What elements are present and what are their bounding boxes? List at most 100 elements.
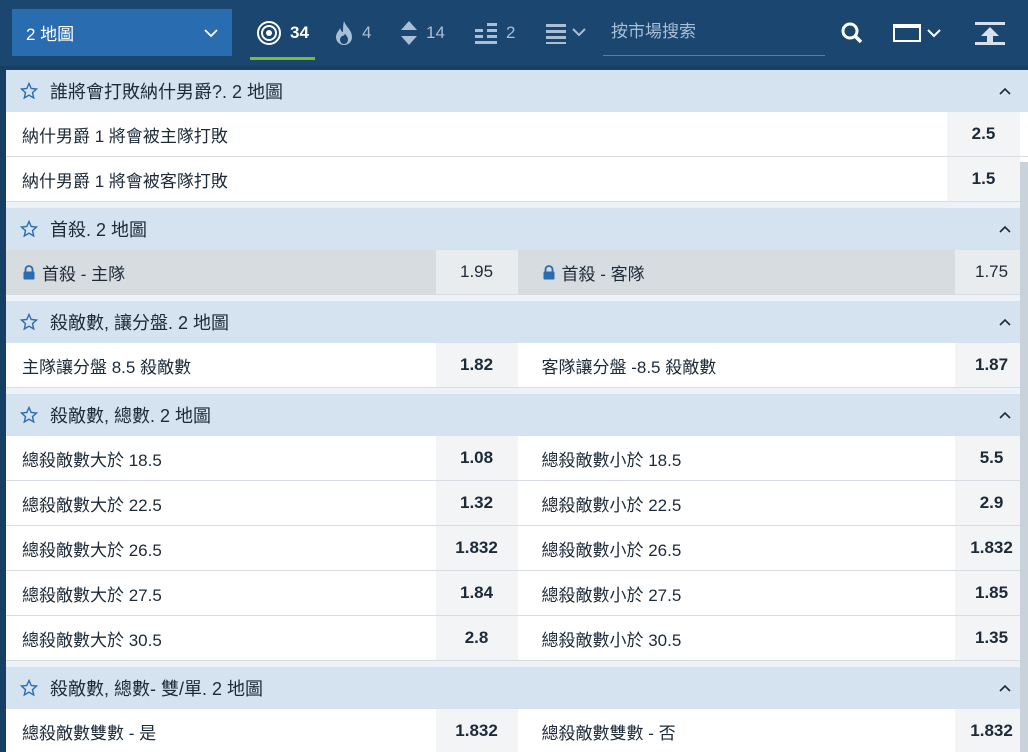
- outcome-label: 納什男爵 1 將會被客隊打敗: [6, 157, 947, 201]
- outcome-row: 首殺 - 主隊 1.95 首殺 - 客隊 1.75: [6, 250, 1028, 295]
- tab-popular[interactable]: 4: [334, 0, 371, 66]
- outcome-label: 總殺敵數大於 30.5: [6, 616, 436, 660]
- favorite-star-icon[interactable]: [20, 679, 38, 697]
- odds-button[interactable]: 1.832: [435, 526, 518, 570]
- odds-button[interactable]: 1.08: [435, 436, 518, 480]
- odds-button[interactable]: 1.32: [435, 481, 518, 525]
- tab-count: 14: [426, 23, 445, 42]
- outcome-row: 總殺敵數大於 27.5 1.84 總殺敵數小於 27.5 1.85: [6, 571, 1028, 616]
- outcome-row: 總殺敵數大於 30.5 2.8 總殺敵數小於 30.5 1.35: [6, 616, 1028, 661]
- outcome-label-text: 客隊讓分盤 -8.5 殺敵數: [541, 357, 717, 377]
- market-title: 殺敵數, 總數- 雙/單. 2 地圖: [50, 679, 264, 699]
- outcome-row: 總殺敵數大於 18.5 1.08 總殺敵數小於 18.5 5.5: [6, 436, 1028, 481]
- outcome-label: 客隊讓分盤 -8.5 殺敵數: [526, 343, 956, 387]
- favorite-star-icon[interactable]: [20, 406, 38, 424]
- outcome-label-text: 總殺敵數小於 22.5: [541, 495, 682, 515]
- market-group: 殺敵數, 總數- 雙/單. 2 地圖 總殺敵數雙數 - 是 1.832 總殺敵數雙數 …: [6, 667, 1028, 752]
- odds-button[interactable]: 1.832: [955, 709, 1028, 752]
- outcome-label-text: 總殺敵數大於 22.5: [22, 495, 162, 515]
- odds-button[interactable]: 2.8: [435, 616, 518, 660]
- outcome-label: 總殺敵數小於 22.5: [526, 481, 956, 525]
- tab-over-under[interactable]: 14: [400, 0, 445, 66]
- market-group: 殺敵數, 讓分盤. 2 地圖主隊讓分盤 8.5 殺敵數 1.82 客隊讓分盤 -8.…: [6, 301, 1028, 388]
- outcome-label-text: 總殺敵數大於 18.5: [22, 450, 162, 470]
- odds-button[interactable]: 1.5: [947, 157, 1020, 201]
- more-tabs-dropdown[interactable]: [545, 0, 589, 66]
- outcome-label-text: 總殺敵數小於 30.5: [541, 630, 682, 650]
- outcome-row: 納什男爵 1 將會被客隊打敗 1.5: [6, 157, 1028, 202]
- outcome-label: 總殺敵數大於 22.5: [6, 481, 436, 525]
- outcome-label-text: 首殺 - 客隊: [561, 264, 645, 284]
- search-input[interactable]: [603, 12, 819, 52]
- layout-toggle-button[interactable]: [890, 0, 946, 66]
- market-header[interactable]: 首殺. 2 地圖: [6, 208, 1028, 250]
- tab-count: 4: [362, 23, 372, 42]
- outcome-label-text: 首殺 - 主隊: [42, 264, 126, 284]
- outcome-row: 總殺敵數大於 26.5 1.832 總殺敵數小於 26.5 1.832: [6, 526, 1028, 571]
- outcome-label-text: 總殺敵數大於 27.5: [22, 585, 162, 605]
- odds-button[interactable]: 1.85: [955, 571, 1028, 615]
- outcome-row: 總殺敵數大於 22.5 1.32 總殺敵數小於 22.5 2.9: [6, 481, 1028, 526]
- odds-button[interactable]: 5.5: [955, 436, 1028, 480]
- tab-count: 34: [290, 23, 309, 42]
- outcome-label: 總殺敵數雙數 - 是: [6, 709, 436, 752]
- outcome-label: 總殺敵數大於 27.5: [6, 571, 436, 615]
- outcome-label: 總殺敵數小於 18.5: [526, 436, 956, 480]
- top-bar: 2 地圖 34 4 14 2: [0, 0, 1028, 66]
- outcome-label-text: 納什男爵 1 將會被客隊打敗: [22, 171, 228, 191]
- market-header[interactable]: 殺敵數, 總數. 2 地圖: [6, 394, 1028, 436]
- lock-icon: [543, 264, 554, 279]
- bars-icon: [475, 23, 497, 44]
- market-group: 誰將會打敗納什男爵?. 2 地圖 納什男爵 1 將會被主隊打敗 2.5 納什男爵 1 …: [6, 70, 1028, 202]
- scrollbar[interactable]: [1020, 162, 1028, 752]
- tab-handicap[interactable]: 2: [474, 0, 515, 66]
- lock-icon: [23, 264, 35, 279]
- search-button[interactable]: [836, 0, 868, 66]
- outcome-label-text: 總殺敵數小於 18.5: [541, 450, 682, 470]
- chevron-up-icon[interactable]: [998, 681, 1012, 695]
- favorite-star-icon[interactable]: [20, 313, 38, 331]
- outcome-label-text: 總殺敵數小於 27.5: [541, 585, 682, 605]
- market-header[interactable]: 誰將會打敗納什男爵?. 2 地圖: [6, 70, 1028, 112]
- market-search: [603, 12, 825, 56]
- outcome-label: 首殺 - 客隊: [526, 250, 956, 294]
- market-group: 殺敵數, 總數. 2 地圖總殺敵數大於 18.5 1.08 總殺敵數小於 18.5 5…: [6, 394, 1028, 661]
- window-layout-icon: [893, 24, 941, 42]
- outcome-label-text: 總殺敵數雙數 - 是: [22, 723, 157, 743]
- odds-button[interactable]: 2.9: [955, 481, 1028, 525]
- chevron-up-icon[interactable]: [998, 222, 1012, 236]
- chevron-down-icon: [204, 28, 218, 37]
- updown-arrows-icon: [401, 21, 417, 45]
- chevron-up-icon[interactable]: [998, 315, 1012, 329]
- odds-button[interactable]: 1.832: [955, 526, 1028, 570]
- collapse-all-icon: [975, 22, 1005, 45]
- outcome-row: 主隊讓分盤 8.5 殺敵數 1.82 客隊讓分盤 -8.5 殺敵數 1.87: [6, 343, 1028, 388]
- odds-button[interactable]: 2.5: [947, 112, 1020, 156]
- favorite-star-icon[interactable]: [20, 82, 38, 100]
- map-select-dropdown[interactable]: 2 地圖: [12, 9, 232, 56]
- market-header[interactable]: 殺敵數, 總數- 雙/單. 2 地圖: [6, 667, 1028, 709]
- odds-button[interactable]: 1.82: [435, 343, 518, 387]
- outcome-label: 總殺敵數大於 18.5: [6, 436, 436, 480]
- market-title: 誰將會打敗納什男爵?. 2 地圖: [50, 82, 284, 102]
- chevron-up-icon[interactable]: [998, 408, 1012, 422]
- target-icon: [257, 21, 281, 45]
- odds-button[interactable]: 1.832: [435, 709, 518, 752]
- chevron-up-icon[interactable]: [998, 84, 1012, 98]
- tab-all-markets[interactable]: 34: [250, 0, 315, 66]
- market-title: 首殺. 2 地圖: [50, 220, 148, 240]
- market-header[interactable]: 殺敵數, 讓分盤. 2 地圖: [6, 301, 1028, 343]
- odds-button[interactable]: 1.35: [955, 616, 1028, 660]
- search-icon: [841, 22, 863, 44]
- odds-button: 1.75: [955, 250, 1028, 294]
- odds-button[interactable]: 1.84: [435, 571, 518, 615]
- odds-button[interactable]: 1.87: [955, 343, 1028, 387]
- outcome-label: 總殺敵數小於 26.5: [526, 526, 956, 570]
- outcome-label-text: 主隊讓分盤 8.5 殺敵數: [22, 357, 192, 377]
- outcome-label-text: 總殺敵數小於 26.5: [541, 540, 682, 560]
- market-list: 誰將會打敗納什男爵?. 2 地圖 納什男爵 1 將會被主隊打敗 2.5 納什男爵 1 …: [6, 70, 1028, 752]
- collapse-all-button[interactable]: [970, 0, 1010, 66]
- outcome-label: 首殺 - 主隊: [6, 250, 436, 294]
- favorite-star-icon[interactable]: [20, 220, 38, 238]
- outcome-label: 主隊讓分盤 8.5 殺敵數: [6, 343, 436, 387]
